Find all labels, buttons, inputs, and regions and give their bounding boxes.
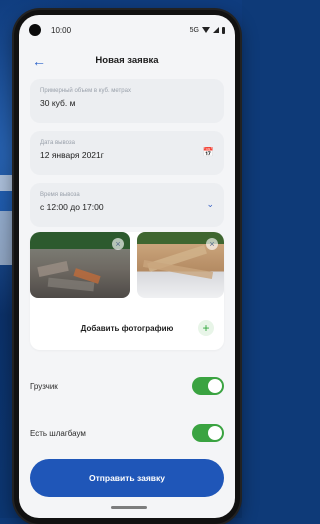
plus-icon[interactable]: +: [198, 320, 214, 336]
toggle-row-barrier: Есть шлагбаум: [30, 419, 224, 447]
add-photo-button[interactable]: Добавить фотографию +: [30, 308, 224, 348]
photo-thumbnail[interactable]: ×: [30, 232, 130, 298]
phone-screen: 10:00 5G ← Новая заявка Примерный объем …: [19, 15, 235, 518]
photos-card: × × Добавить фотографию +: [30, 232, 224, 350]
network-label: 5G: [189, 26, 199, 34]
submit-button[interactable]: Отправить заявку: [30, 459, 224, 497]
chevron-down-icon[interactable]: ⌄: [206, 199, 214, 210]
volume-value: 30 куб. м: [40, 98, 76, 108]
signal-icon: [213, 27, 219, 33]
loader-toggle[interactable]: [192, 377, 224, 395]
toggle-row-loader: Грузчик: [30, 372, 224, 400]
arrow-left-icon[interactable]: ←: [29, 51, 49, 71]
wifi-icon: [202, 27, 210, 33]
header: ← Новая заявка: [19, 45, 235, 75]
barrier-toggle[interactable]: [192, 424, 224, 442]
toggle-label: Есть шлагбаум: [30, 428, 86, 438]
toggle-label: Грузчик: [30, 381, 58, 391]
add-photo-label: Добавить фотографию: [80, 323, 174, 333]
close-icon[interactable]: ×: [112, 238, 124, 250]
pickup-date-label: Дата вывоза: [40, 140, 75, 146]
calendar-icon[interactable]: 📅: [203, 147, 214, 158]
pickup-date-value: 12 января 2021г: [40, 150, 104, 160]
status-icons: 5G: [189, 26, 225, 34]
status-time: 10:00: [51, 25, 72, 35]
photo-detail: [37, 260, 69, 278]
toggle-knob: [208, 379, 222, 393]
pickup-date-field[interactable]: Дата вывоза 12 января 2021г 📅: [30, 131, 224, 175]
home-indicator[interactable]: [111, 506, 147, 509]
volume-label: Примерный объем в куб. метрах: [40, 88, 131, 94]
page-title: Новая заявка: [95, 54, 159, 66]
photo-thumbnail[interactable]: ×: [137, 232, 224, 298]
status-left: 10:00: [29, 24, 71, 36]
volume-field[interactable]: Примерный объем в куб. метрах 30 куб. м: [30, 79, 224, 123]
status-bar: 10:00 5G: [19, 15, 235, 45]
close-icon[interactable]: ×: [206, 238, 218, 250]
pickup-time-field[interactable]: Время вывоза с 12:00 до 17:00 ⌄: [30, 183, 224, 227]
pickup-time-value: с 12:00 до 17:00: [40, 202, 104, 212]
toggle-knob: [208, 426, 222, 440]
camera-icon: [29, 24, 41, 36]
battery-icon: [222, 26, 225, 34]
pickup-time-label: Время вывоза: [40, 192, 80, 198]
